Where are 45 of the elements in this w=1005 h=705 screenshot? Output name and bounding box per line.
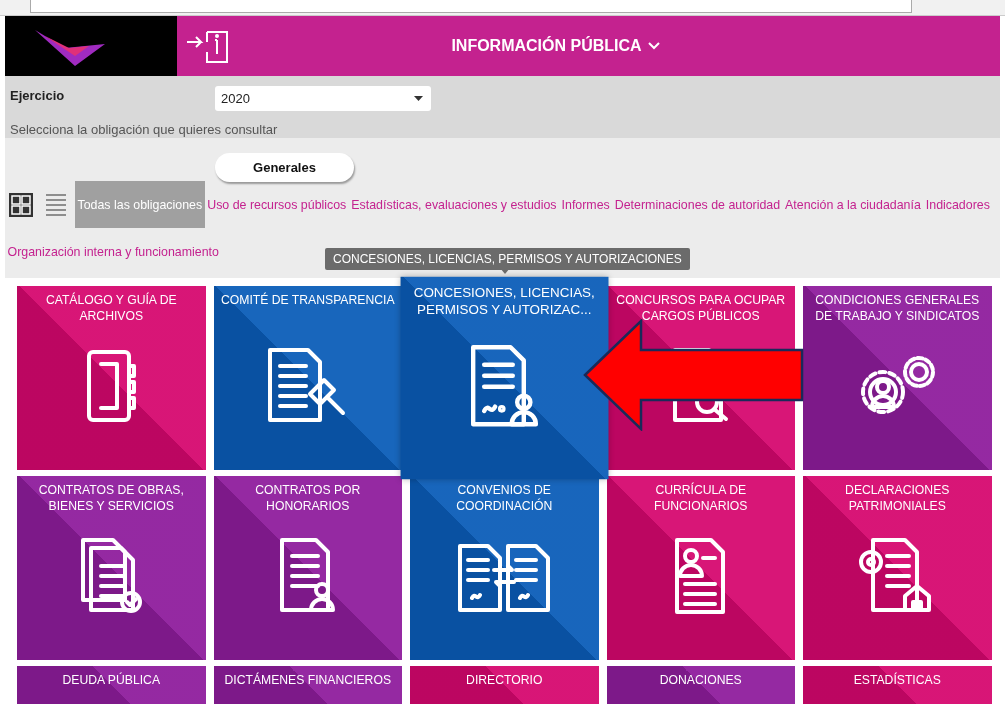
tooltip-pointer-icon xyxy=(500,268,510,274)
category-tab[interactable]: Atención a la ciudadanía xyxy=(782,181,924,228)
obligation-tile[interactable]: COMITÉ DE TRANSPARENCIA xyxy=(213,286,402,470)
category-tab[interactable]: Uso de recursos públicos xyxy=(204,181,349,228)
obligation-tile[interactable]: DICTÁMENES FINANCIEROS xyxy=(213,666,402,704)
year-label: Ejercicio xyxy=(10,88,65,103)
category-tab[interactable]: Estadísticas, evaluaciones y estudios xyxy=(348,181,560,228)
tile-title: CONTRATOS DE OBRAS, BIENES Y SERVICIOS xyxy=(37,482,185,514)
tile-title: CATÁLOGO Y GUÍA DE ARCHIVOS xyxy=(44,292,178,324)
obligation-tile[interactable]: DIRECTORIO xyxy=(410,666,599,704)
tile-title: DEUDA PÚBLICA xyxy=(62,672,160,688)
tile-title: ESTADÍSTICAS xyxy=(853,672,941,688)
tile-title: COMITÉ DE TRANSPARENCIA xyxy=(220,292,395,308)
grid-view-icon[interactable] xyxy=(8,191,34,218)
instruction-text: Selecciona la obligación que quieres consultar xyxy=(10,122,278,137)
tile-title: DIRECTORIO xyxy=(466,672,543,688)
tile-title: CONCURSOS PARA OCUPAR CARGOS PÚBLICOS xyxy=(615,292,787,324)
category-tab[interactable]: Organización interna y funcionamiento xyxy=(5,228,222,275)
category-button[interactable]: Generales xyxy=(215,153,354,182)
obligation-tile[interactable]: CONTRATOS POR HONORARIOS xyxy=(213,476,402,660)
obligation-tile[interactable]: DONACIONES xyxy=(606,666,795,704)
tile-title: CURRÍCULA DE FUNCIONARIOS xyxy=(653,482,749,514)
tile-title: CONCESIONES, LICENCIAS, PERMISOS Y AUTORIZAC... xyxy=(412,283,596,319)
obligation-tile[interactable]: CURRÍCULA DE FUNCIONARIOS xyxy=(606,476,795,660)
tile-title: CONTRATOS POR HONORARIOS xyxy=(254,482,362,514)
obligation-tile[interactable]: CONTRATOS DE OBRAS, BIENES Y SERVICIOS xyxy=(17,476,206,660)
obligation-tile[interactable]: DECLARACIONES PATRIMONIALES xyxy=(803,476,992,660)
tile-title: DECLARACIONES PATRIMONIALES xyxy=(844,482,951,514)
obligation-tile[interactable]: CONDICIONES GENERALES DE TRABAJO Y SINDICATOS xyxy=(803,286,992,470)
tile-title: CONVENIOS DE COORDINACIÓN xyxy=(455,482,554,514)
tile-title: DONACIONES xyxy=(659,672,742,688)
chevron-down-icon xyxy=(647,42,660,50)
list-view-icon[interactable] xyxy=(43,191,69,218)
tile-title: CONDICIONES GENERALES DE TRABAJO Y SINDICATOS xyxy=(814,292,981,324)
category-tab[interactable]: Informes xyxy=(559,181,613,228)
category-tab[interactable]: Determinaciones de autoridad xyxy=(612,181,783,228)
category-tab[interactable]: Indicadores xyxy=(923,181,993,228)
tile-title: DICTÁMENES FINANCIEROS xyxy=(224,672,392,688)
obligation-tile[interactable]: ESTADÍSTICAS xyxy=(803,666,992,704)
tooltip: CONCESIONES, LICENCIAS, PERMISOS Y AUTORIZACIONES xyxy=(325,248,690,270)
obligation-tile[interactable]: DEUDA PÚBLICA xyxy=(17,666,206,704)
obligation-tile[interactable]: CATÁLOGO Y GUÍA DE ARCHIVOS xyxy=(17,286,206,470)
dropdown-caret-icon xyxy=(414,96,423,101)
obligation-tile[interactable]: CONCESIONES, LICENCIAS, PERMISOS Y AUTORIZAC... xyxy=(400,276,608,480)
year-select[interactable]: 2020 xyxy=(215,86,431,111)
